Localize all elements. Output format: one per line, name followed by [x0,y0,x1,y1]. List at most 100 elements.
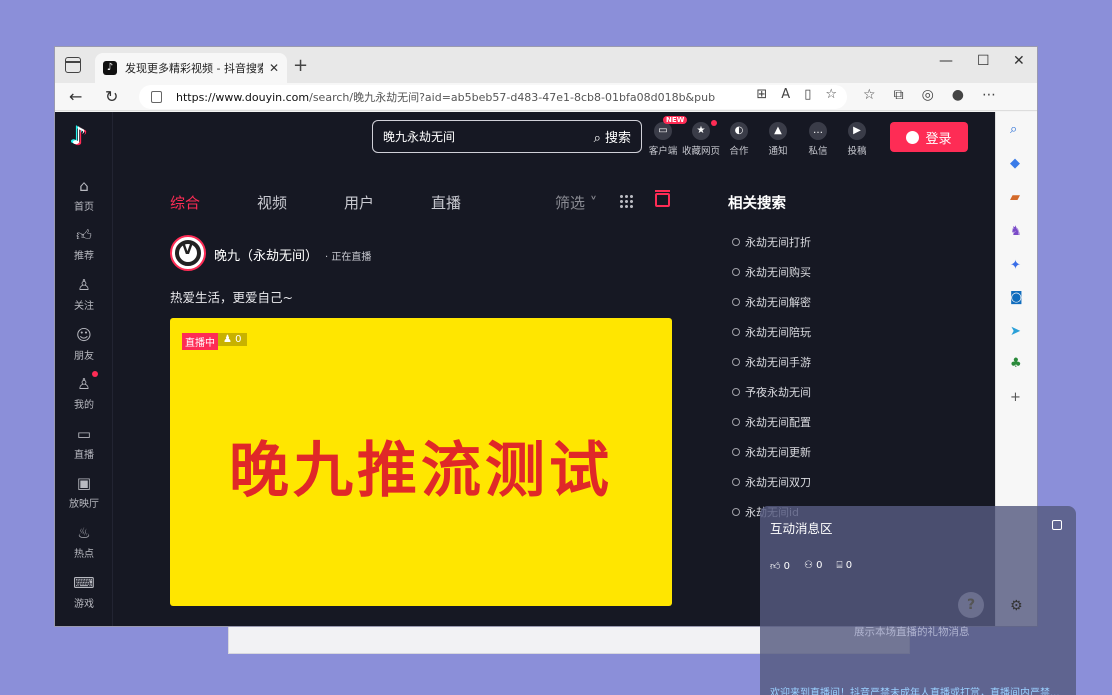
live-stream-card[interactable]: 直播中 ♟ 0 晚九推流测试 [170,318,672,606]
nav-item-home[interactable]: ⌂ 首页 [55,177,113,213]
nav-item-theater[interactable]: ▣ 放映厅 [55,474,113,510]
address-bar[interactable]: https://www.douyin.com/search/晚九永劫无间?aid… [139,85,847,109]
search-icon [732,388,740,396]
nav-item-hot[interactable]: ♨ 热点 [55,524,113,560]
related-search-item[interactable]: 永劫无间更新 [732,444,811,460]
lock-icon [151,91,162,103]
notification-dot [92,371,98,377]
toolbox-icon[interactable]: ▰ [1010,190,1020,205]
window-close-icon[interactable]: ✕ [1013,53,1025,69]
copilot-icon[interactable]: ✦ [1010,258,1021,273]
tab-user[interactable]: 用户 [344,192,374,213]
douyin-favicon-icon: ♪ [103,61,117,75]
tab-all[interactable]: 综合 [170,192,200,213]
apps-icon[interactable]: ⊞ [756,87,767,102]
related-search-item[interactable]: 永劫无间陪玩 [732,324,811,340]
tab-video[interactable]: 视频 [257,192,287,213]
lock-icon[interactable] [1052,520,1062,530]
douyin-logo-icon[interactable]: ♪ [71,122,97,152]
address-bar-icons: ⊞ A ▯ ☆ [756,87,837,102]
viewer-count: ♟ 0 [218,333,247,346]
nav-item-mine[interactable]: ♙ 我的 [55,375,113,411]
bookmark-dot [711,120,717,126]
favorites-icon[interactable]: ☆ [863,87,876,103]
reader-icon[interactable]: ▯ [804,87,811,102]
interaction-stats: 👍︎ 0 ⚇ 0 ⌸ 0 [770,560,852,572]
search-icon [732,298,740,306]
search-box[interactable]: 晚九永劫无间 ⌕ 搜索 [372,120,642,153]
related-search-item[interactable]: 永劫无间手游 [732,354,811,370]
edge-icon[interactable]: ◎ [922,87,934,103]
related-search-item[interactable]: 永劫无间购买 [732,264,811,280]
streamer-avatar[interactable] [170,235,206,271]
chevron-down-icon: ˅ [585,194,598,212]
streamer-name[interactable]: 晚九（永劫无间） [214,245,318,264]
nav-item-live[interactable]: ▭ 直播 [55,425,113,461]
outlook-icon[interactable]: ◙ [1010,290,1023,305]
search-icon [732,478,740,486]
message-button[interactable]: … 私信 [798,122,838,157]
person-icon: ♟ [223,334,236,345]
gear-icon[interactable]: ⚙ [1010,598,1023,614]
panel-title: 互动消息区 [770,521,833,536]
client-icon: ▭ [654,122,672,140]
friends-icon: ☺ [76,326,92,344]
related-search-item[interactable]: 永劫无间双刀 [732,474,811,490]
send-icon[interactable]: ➤ [1010,324,1021,339]
notification-button[interactable]: ▲ 通知 [758,122,798,157]
refresh-icon[interactable]: ↻ [105,87,118,106]
search-icon[interactable]: ⌕ [1010,122,1017,137]
toolbar-icons: ☆ ⧉ ◎ ● ⋯ [863,87,996,103]
search-input[interactable]: 晚九永劫无间 [383,128,594,145]
login-button[interactable]: 登录 [890,122,968,152]
related-search-item[interactable]: 永劫无间解密 [732,294,811,310]
add-icon[interactable]: + [1010,390,1021,405]
search-button[interactable]: ⌕ 搜索 [594,127,641,146]
nav-item-game[interactable]: ⌨ 游戏 [55,574,113,610]
favorite-add-icon[interactable]: ☆ [825,87,837,102]
like-icon: 👍︎ [770,561,781,572]
tab-live[interactable]: 直播 [431,192,461,213]
like-count: 👍︎ 0 [770,561,791,572]
read-aloud-icon[interactable]: A [781,87,790,102]
list-view-icon[interactable] [655,190,670,207]
left-nav: ♪ ⌂ 首页 👍︎ 推荐 ♙ 关注 ☺ 朋友 ♙ 我的 ▭ 直播 ▣ 放映厅 ♨… [55,112,113,626]
cooperate-button[interactable]: ◐ 合作 [719,122,759,157]
upload-icon: ▶ [848,122,866,140]
games-icon[interactable]: ♞ [1010,224,1022,239]
bookmark-page-button[interactable]: ★ 收藏网页 [681,122,721,157]
live-badge: 直播中 [182,333,218,350]
client-download-button[interactable]: ▭ NEW 客户端 [643,116,688,157]
nav-item-friends[interactable]: ☺ 朋友 [55,326,113,362]
star-icon: ★ [692,122,710,140]
shopping-tag-icon[interactable]: ◆ [1010,156,1020,171]
help-icon[interactable]: ? [958,592,984,618]
search-icon: ⌕ [593,131,605,146]
nav-item-follow[interactable]: ♙ 关注 [55,276,113,312]
more-icon[interactable]: ⋯ [982,87,996,103]
related-search-item[interactable]: 予夜永劫无间 [732,384,811,400]
user-icon: ♙ [77,375,91,393]
tree-icon[interactable]: ♣ [1010,356,1022,371]
browser-tab[interactable]: ♪ 发现更多精彩视频 - 抖音搜索 ✕ [95,53,287,83]
address-bar-row: ← ↻ https://www.douyin.com/search/晚九永劫无间… [55,83,1037,111]
grid-view-icon[interactable] [619,194,633,208]
related-search-item[interactable]: 永劫无间打折 [732,234,811,250]
minimize-icon[interactable]: — [939,53,953,69]
maximize-icon[interactable]: ☐ [977,53,990,69]
upload-button[interactable]: ▶ 投稿 [837,122,877,157]
nav-item-recommend[interactable]: 👍︎ 推荐 [55,226,113,262]
thumbs-up-icon: 👍︎ [76,226,92,244]
tab-close-icon[interactable]: ✕ [269,61,279,75]
follow-icon: ♙ [77,276,91,294]
filter-dropdown[interactable]: 筛选 ˅ [555,192,597,213]
new-tab-button[interactable]: + [293,55,308,76]
collections-icon[interactable]: ⧉ [894,87,904,103]
related-search-item[interactable]: 永劫无间配置 [732,414,811,430]
profile-icon[interactable]: ● [952,87,964,103]
gift-count: ⌸ 0 [836,560,853,571]
user-avatar-icon [906,130,920,144]
avatar-logo-icon [175,240,201,266]
tab-actions-icon[interactable] [65,57,81,73]
back-icon[interactable]: ← [69,87,82,106]
